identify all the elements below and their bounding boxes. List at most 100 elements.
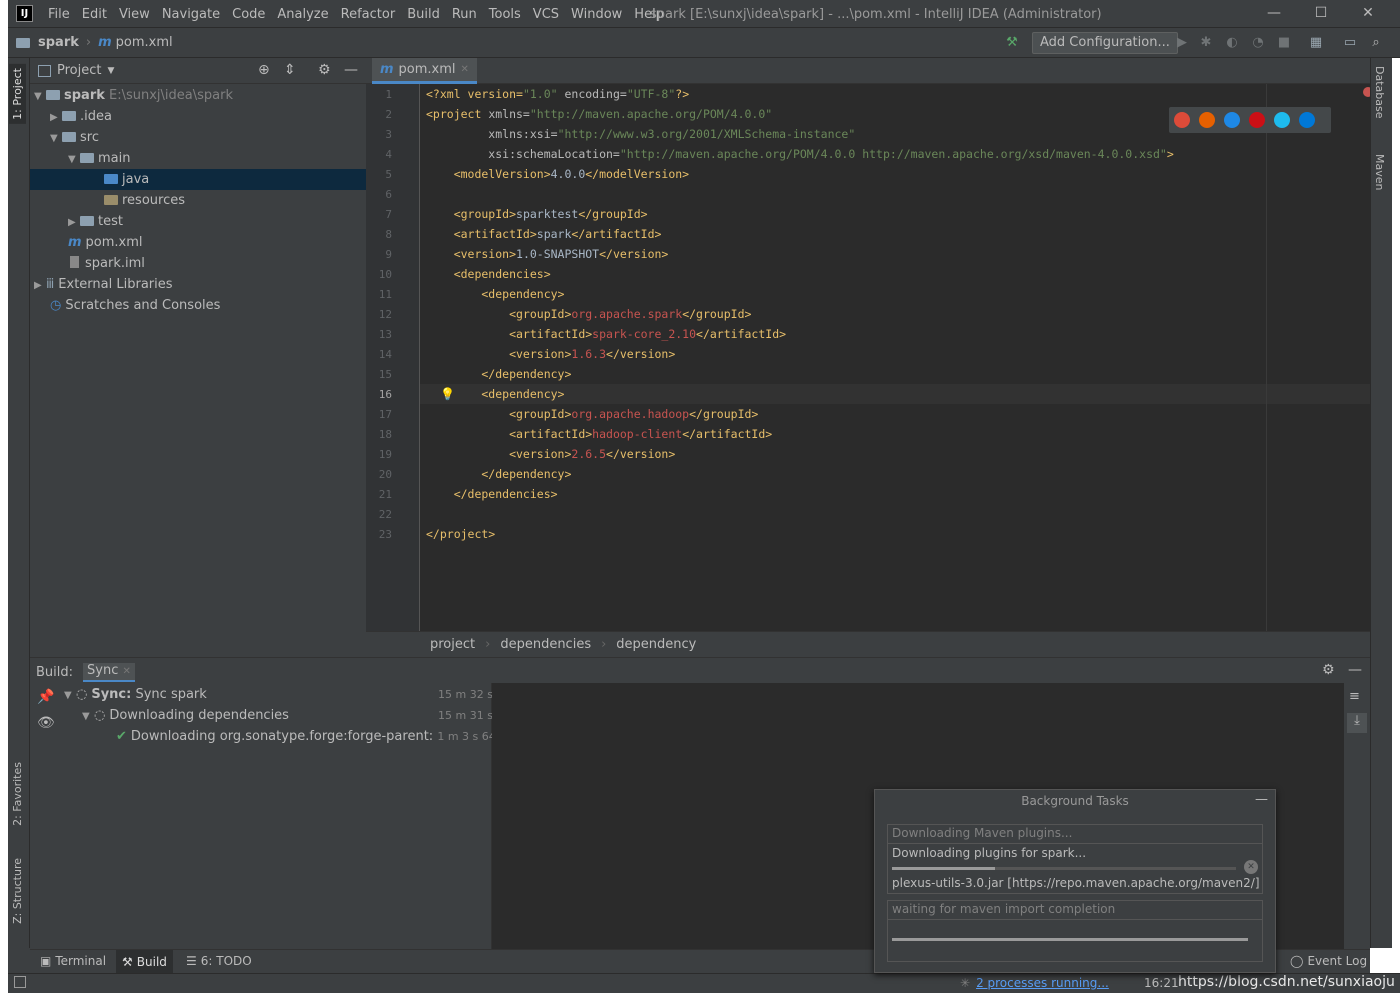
todo-tool-button[interactable]: ☰ 6: TODO — [186, 954, 252, 968]
maven-tool-tab[interactable]: Maven — [1373, 154, 1386, 190]
build-tool-button[interactable]: ⚒ Build — [116, 950, 173, 974]
nav-file[interactable]: pom.xml — [116, 35, 173, 50]
minimize-popup-icon[interactable]: — — [1255, 792, 1268, 807]
build-item-downloading-dependencies[interactable]: ▼ ◌ Downloading dependencies 15 m 31 s — [82, 705, 493, 726]
favorites-tool-tab[interactable]: 2: Favorites — [9, 758, 26, 830]
menu-file[interactable]: File — [48, 7, 70, 22]
debug-icon[interactable]: ✱ — [1198, 35, 1214, 51]
nav-project[interactable]: spark — [38, 35, 79, 50]
profile-icon[interactable]: ◔ — [1250, 35, 1266, 51]
search-icon[interactable]: ⌕ — [1368, 35, 1384, 51]
soft-wrap-icon[interactable]: ≡ — [1349, 689, 1360, 704]
firefox-icon[interactable] — [1199, 112, 1215, 128]
hammer-build-icon[interactable]: ⚒ — [1004, 35, 1020, 51]
file-icon — [70, 256, 79, 268]
event-log-icon: ◯ — [1290, 954, 1304, 968]
editor-tab-bar: m pom.xml ✕ — [366, 58, 1370, 84]
menu-analyze[interactable]: Analyze — [277, 7, 328, 22]
menu-run[interactable]: Run — [452, 7, 477, 22]
opera-icon[interactable] — [1249, 112, 1265, 128]
maven-icon: m — [380, 62, 394, 77]
browser-preview-toolbar — [1169, 107, 1331, 133]
tree-node-resources[interactable]: resources — [104, 190, 185, 211]
task1-progress-fill — [892, 867, 996, 870]
scroll-to-end-icon[interactable]: ⤓ — [1347, 713, 1367, 733]
structure-tool-tab[interactable]: Z: Structure — [9, 854, 26, 928]
pin-icon[interactable]: 📌 — [37, 689, 54, 705]
background-processes[interactable]: ✳ 2 processes running... — [960, 976, 1109, 990]
tree-node-idea[interactable]: ▶ .idea — [50, 106, 112, 127]
ie-icon[interactable] — [1274, 112, 1290, 128]
libraries-icon: ⅲ — [46, 277, 55, 292]
tab-pom-xml[interactable]: m pom.xml ✕ — [372, 58, 477, 84]
add-configuration-button[interactable]: Add Configuration... — [1032, 32, 1178, 54]
watermark: https://blog.csdn.net/sunxiaoju — [1178, 974, 1395, 990]
build-item-sync[interactable]: ▼ ◌ Sync: Sync spark 15 m 32 s — [64, 684, 493, 705]
edge-icon[interactable] — [1299, 112, 1315, 128]
menu-vcs[interactable]: VCS — [533, 7, 559, 22]
project-tree: ▼ spark E:\sunxj\idea\spark ▶ .idea ▼ src ▼… — [30, 84, 366, 656]
task-downloading-plugins: Downloading Maven plugins... Downloading… — [887, 824, 1263, 894]
code-lines: <?xml version="1.0" encoding="UTF-8"?> <… — [420, 84, 1373, 631]
status-bar: ✳ 2 processes running... 16:21 https://bl… — [8, 973, 1400, 993]
project-structure-icon[interactable]: ▦ — [1308, 35, 1324, 51]
menu-window[interactable]: Window — [571, 7, 622, 22]
run-icon[interactable]: ▶ — [1174, 35, 1190, 51]
eye-icon[interactable]: 👁 — [37, 715, 55, 731]
crumb-dependency[interactable]: dependency — [616, 637, 696, 652]
tab-sync[interactable]: Sync ✕ — [83, 663, 135, 682]
menu-code[interactable]: Code — [232, 7, 265, 22]
tool-windows-icon[interactable] — [14, 976, 26, 988]
tree-node-main[interactable]: ▼ main — [68, 148, 130, 169]
right-tool-strip: Database Maven — [1370, 58, 1392, 948]
build-item-forge-parent[interactable]: ✔ Downloading org.sonatype.forge:forge-pa… — [116, 726, 523, 747]
folder-icon — [80, 216, 94, 226]
gear-icon[interactable]: ⚙ — [318, 62, 331, 78]
tree-node-scratches[interactable]: ◷ Scratches and Consoles — [50, 295, 220, 316]
chrome-icon[interactable] — [1174, 112, 1190, 128]
close-tab-icon[interactable]: ✕ — [123, 666, 131, 677]
menu-navigate[interactable]: Navigate — [162, 7, 220, 22]
crumb-dependencies[interactable]: dependencies — [500, 637, 591, 652]
spinner-icon: ◌ — [94, 708, 106, 723]
hide-panel-icon[interactable]: — — [1348, 662, 1362, 678]
menu-refactor[interactable]: Refactor — [341, 7, 396, 22]
collapse-all-icon[interactable]: ⇕ — [284, 62, 296, 78]
maximize-button[interactable]: ☐ — [1311, 5, 1331, 23]
build-right-toolbar: ≡ ⤓ — [1344, 683, 1370, 949]
close-button[interactable]: ✕ — [1358, 5, 1378, 23]
menu-tools[interactable]: Tools — [489, 7, 521, 22]
layout-icon[interactable]: ▭ — [1342, 35, 1358, 51]
event-log-button[interactable]: ◯ Event Log — [1290, 954, 1367, 968]
project-view-selector[interactable]: Project ▼ — [38, 63, 114, 78]
tree-node-spark[interactable]: ▼ spark E:\sunxj\idea\spark — [30, 85, 233, 106]
crumb-project[interactable]: project — [430, 637, 475, 652]
tree-node-pom[interactable]: m pom.xml — [68, 232, 143, 253]
hide-panel-icon[interactable]: — — [344, 62, 358, 78]
folder-icon — [16, 37, 30, 48]
safari-icon[interactable] — [1224, 112, 1240, 128]
menu-edit[interactable]: Edit — [82, 7, 107, 22]
menu-build[interactable]: Build — [407, 7, 440, 22]
task2-progress-fill — [892, 938, 1248, 941]
minimize-button[interactable]: — — [1264, 5, 1284, 23]
menu-view[interactable]: View — [119, 7, 150, 22]
coverage-icon[interactable]: ◐ — [1224, 35, 1240, 51]
tree-node-external-libraries[interactable]: ▶ ⅲ External Libraries — [30, 274, 173, 295]
tree-node-test[interactable]: ▶ test — [68, 211, 123, 232]
hammer-icon: ⚒ — [122, 955, 133, 969]
stop-icon[interactable]: ■ — [1276, 35, 1292, 51]
project-icon — [38, 64, 51, 77]
tree-node-src[interactable]: ▼ src — [50, 127, 99, 148]
project-tool-tab[interactable]: 1: Project — [9, 64, 26, 124]
scratches-icon: ◷ — [50, 298, 62, 313]
terminal-tool-button[interactable]: ▣ Terminal — [40, 954, 106, 968]
tree-node-iml[interactable]: spark.iml — [70, 253, 145, 274]
task-waiting-import: waiting for maven import completion — [887, 900, 1263, 962]
close-tab-icon[interactable]: ✕ — [461, 64, 469, 75]
locate-icon[interactable]: ⊕ — [258, 62, 270, 78]
gear-icon[interactable]: ⚙ — [1322, 662, 1335, 678]
tree-node-java[interactable]: java — [30, 169, 366, 190]
database-tool-tab[interactable]: Database — [1373, 66, 1386, 119]
cancel-task-icon[interactable]: ✕ — [1244, 860, 1258, 874]
